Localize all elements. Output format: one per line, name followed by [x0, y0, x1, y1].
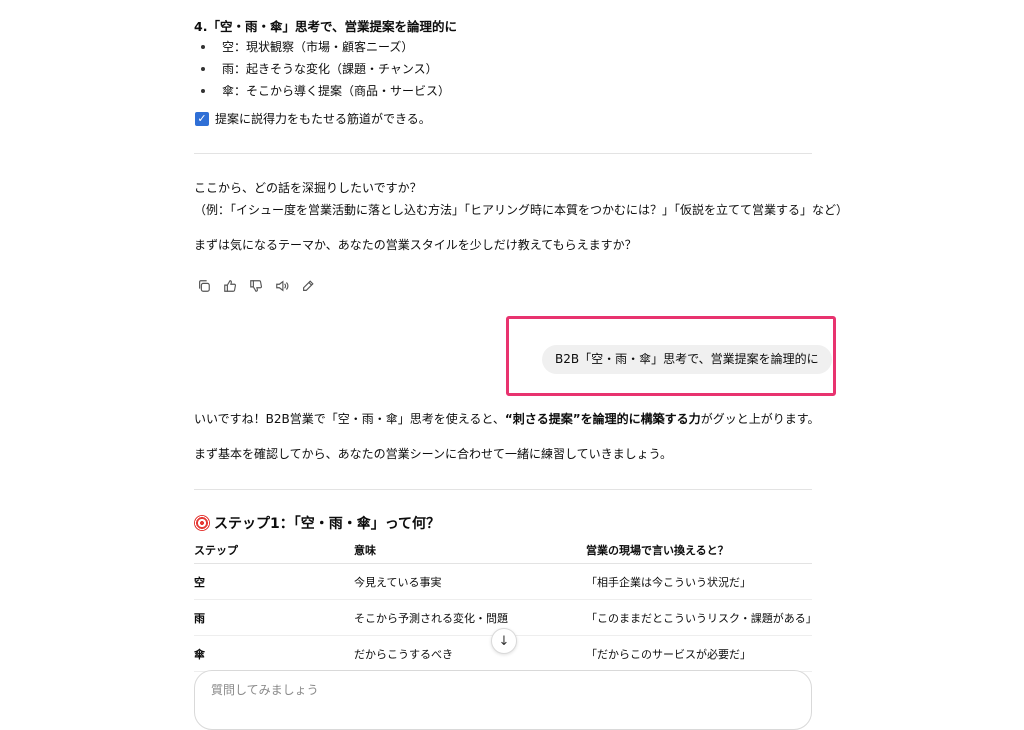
table-cell: そこから予測される変化・問題: [354, 599, 586, 636]
checked-note-text: 提案に説得力をもたせる筋道ができる。: [215, 112, 431, 126]
list-item: 雨：起きそうな変化（課題・チャンス）: [194, 58, 450, 80]
table-cell: 「相手企業は今こういう状況だ」: [586, 563, 812, 600]
divider: [194, 153, 812, 154]
table-cell: 今見えている事実: [354, 563, 586, 600]
answer-bold-text: “刺さる提案”を論理的に構築する力: [504, 412, 701, 426]
arrow-down-icon: ↓: [498, 633, 510, 649]
followup-question: ここから、どの話を深掘りしたいですか？: [194, 181, 422, 195]
answer-text: がグッと上がります。: [700, 412, 820, 426]
message-input[interactable]: [209, 682, 773, 698]
followup-closing: まずは気になるテーマか、あなたの営業スタイルを少しだけ教えてもらえますか？: [194, 238, 637, 252]
message-actions: [196, 278, 316, 294]
thumbs-up-icon[interactable]: [222, 278, 238, 294]
previous-heading: 4.「空・雨・傘」思考で、営業提案を論理的に: [194, 19, 457, 34]
step-heading: ステップ1：「空・雨・傘」って何？: [194, 513, 440, 533]
table-row: 空 今見えている事実 「相手企業は今こういう状況だ」: [194, 563, 812, 600]
table-cell: 「このままだとこういうリスク・課題がある」: [586, 599, 817, 636]
table-cell: 傘: [194, 635, 354, 672]
table-header-row: ステップ 意味 営業の現場で言い換えると？: [194, 537, 812, 564]
table-cell: 「だからこのサービスが必要だ」: [586, 635, 812, 672]
list-item: 傘：そこから導く提案（商品・サービス）: [194, 80, 450, 102]
table-header: 営業の現場で言い換えると？: [586, 537, 812, 564]
checkbox-icon: ✓: [195, 111, 209, 126]
bullet-list: 空：現状観察（市場・顧客ニーズ） 雨：起きそうな変化（課題・チャンス） 傘：そこ…: [194, 36, 450, 102]
copy-icon[interactable]: [196, 278, 212, 294]
user-message-bubble: B2B「空・雨・傘」思考で、営業提案を論理的に: [542, 345, 832, 374]
table-header: 意味: [354, 537, 586, 564]
target-icon: [194, 515, 210, 531]
answer-paragraph-1: いいですね！B2B営業で「空・雨・傘」思考を使えると、“刺さる提案”を論理的に構…: [194, 410, 820, 428]
edit-icon[interactable]: [300, 278, 316, 294]
thumbs-down-icon[interactable]: [248, 278, 264, 294]
composer: [194, 670, 812, 730]
speaker-icon[interactable]: [274, 278, 290, 294]
followup-example: （例：「イシュー度を営業活動に落とし込む方法」「ヒアリング時に本質をつかむには？…: [194, 203, 849, 217]
table-cell: 空: [194, 563, 354, 600]
answer-text: いいですね！B2B営業で「空・雨・傘」思考を使えると、: [194, 412, 505, 426]
table-header: ステップ: [194, 537, 354, 564]
step-heading-text: ステップ1：「空・雨・傘」って何？: [214, 516, 441, 532]
table-cell: 雨: [194, 599, 354, 636]
checked-note: ✓ 提案に説得力をもたせる筋道ができる。: [195, 110, 431, 127]
divider: [194, 489, 812, 490]
list-item: 空：現状観察（市場・顧客ニーズ）: [194, 36, 450, 58]
answer-paragraph-2: まず基本を確認してから、あなたの営業シーンに合わせて一緒に練習していきましょう。: [194, 447, 672, 461]
table-cell: だからこうするべき: [354, 635, 586, 672]
scroll-down-button[interactable]: ↓: [491, 628, 517, 654]
